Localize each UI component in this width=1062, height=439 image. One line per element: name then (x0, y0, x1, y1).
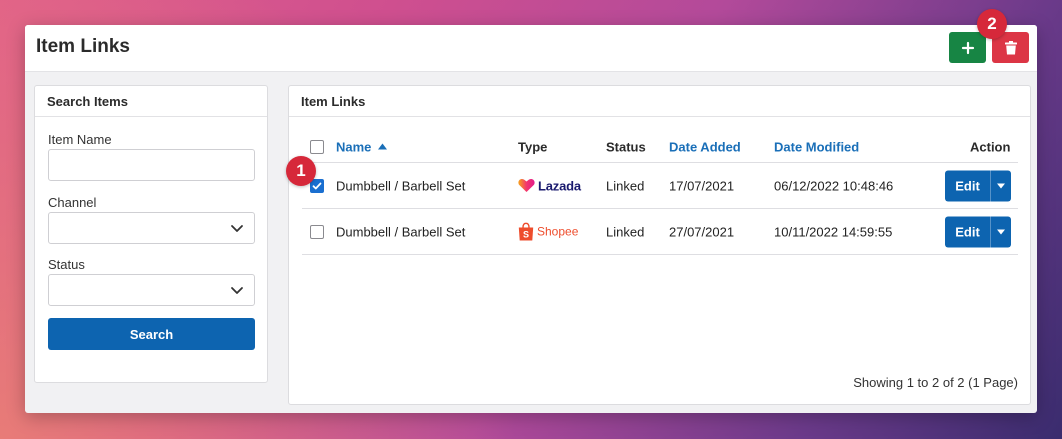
edit-dropdown-toggle[interactable] (991, 170, 1011, 201)
shopee-bag-icon: S (518, 222, 534, 240)
date-modified-value: 06/12/2022 10:48:46 (774, 178, 894, 193)
annotation-badge-2: 2 (977, 9, 1007, 39)
trash-icon (1004, 40, 1017, 54)
date-modified-value: 10/11/2022 14:59:55 (774, 224, 893, 239)
column-header-status: Status (606, 139, 646, 155)
table-row: Dumbbell / Barbell Set Lazada Linked 17/… (302, 163, 1018, 209)
edit-dropdown-toggle[interactable] (991, 216, 1011, 247)
column-header-type: Type (518, 139, 548, 155)
caret-down-icon (997, 183, 1005, 188)
chevron-down-icon (231, 225, 243, 232)
search-items-panel: Search Items Item Name Channel Status Se… (34, 85, 268, 383)
column-header-action: Action (970, 139, 1011, 155)
svg-text:S: S (523, 229, 529, 239)
item-links-window: Item Links Search Items Item Name Channe… (25, 25, 1037, 413)
row-checkbox[interactable] (310, 224, 324, 239)
edit-button-group: Edit (945, 170, 1011, 201)
column-header-name[interactable]: Name (336, 139, 388, 155)
sort-ascending-icon (378, 143, 388, 150)
window-header: Item Links (25, 25, 1037, 72)
item-name: Dumbbell / Barbell Set (336, 224, 466, 239)
caret-down-icon (997, 229, 1005, 234)
item-links-panel: Item Links Name Type Status Date Added D… (288, 85, 1031, 405)
type-label: Shopee (537, 224, 579, 239)
column-name-label: Name (336, 139, 372, 155)
date-added-value: 17/07/2021 (669, 178, 735, 193)
pagination-info: Showing 1 to 2 of 2 (1 Page) (853, 375, 1018, 390)
status-value: Linked (606, 178, 645, 193)
page-title: Item Links (36, 36, 130, 57)
channel-label: Channel (48, 195, 97, 210)
search-button[interactable]: Search (48, 318, 255, 350)
item-name-input[interactable] (48, 149, 255, 181)
column-header-date-modified[interactable]: Date Modified (774, 140, 859, 155)
type-label: Lazada (538, 178, 581, 193)
item-links-table: Name Type Status Date Added Date Modifie… (302, 132, 1018, 255)
select-all-checkbox[interactable] (310, 140, 324, 154)
edit-button[interactable]: Edit (945, 170, 991, 201)
table-row: Dumbbell / Barbell Set S Shopee Linked 2… (302, 209, 1018, 255)
status-value: Linked (606, 224, 645, 239)
date-added-value: 27/07/2021 (669, 224, 735, 239)
chevron-down-icon (231, 287, 243, 294)
edit-button[interactable]: Edit (945, 216, 991, 247)
search-panel-title: Search Items (35, 86, 267, 117)
add-button[interactable] (949, 32, 986, 63)
column-header-date-added[interactable]: Date Added (669, 140, 741, 155)
channel-select[interactable] (48, 212, 255, 244)
edit-button-group: Edit (945, 216, 1011, 247)
status-select[interactable] (48, 274, 255, 306)
lazada-heart-icon (518, 179, 535, 192)
links-panel-title: Item Links (289, 86, 1030, 117)
item-name-label: Item Name (48, 132, 112, 147)
plus-icon (961, 41, 974, 54)
status-label: Status (48, 257, 85, 272)
item-name: Dumbbell / Barbell Set (336, 178, 466, 193)
table-header-row: Name Type Status Date Added Date Modifie… (302, 132, 1018, 163)
shopee-logo: S Shopee (518, 222, 578, 241)
check-icon (312, 182, 322, 189)
lazada-logo: Lazada (518, 178, 581, 193)
annotation-badge-1: 1 (286, 156, 316, 186)
